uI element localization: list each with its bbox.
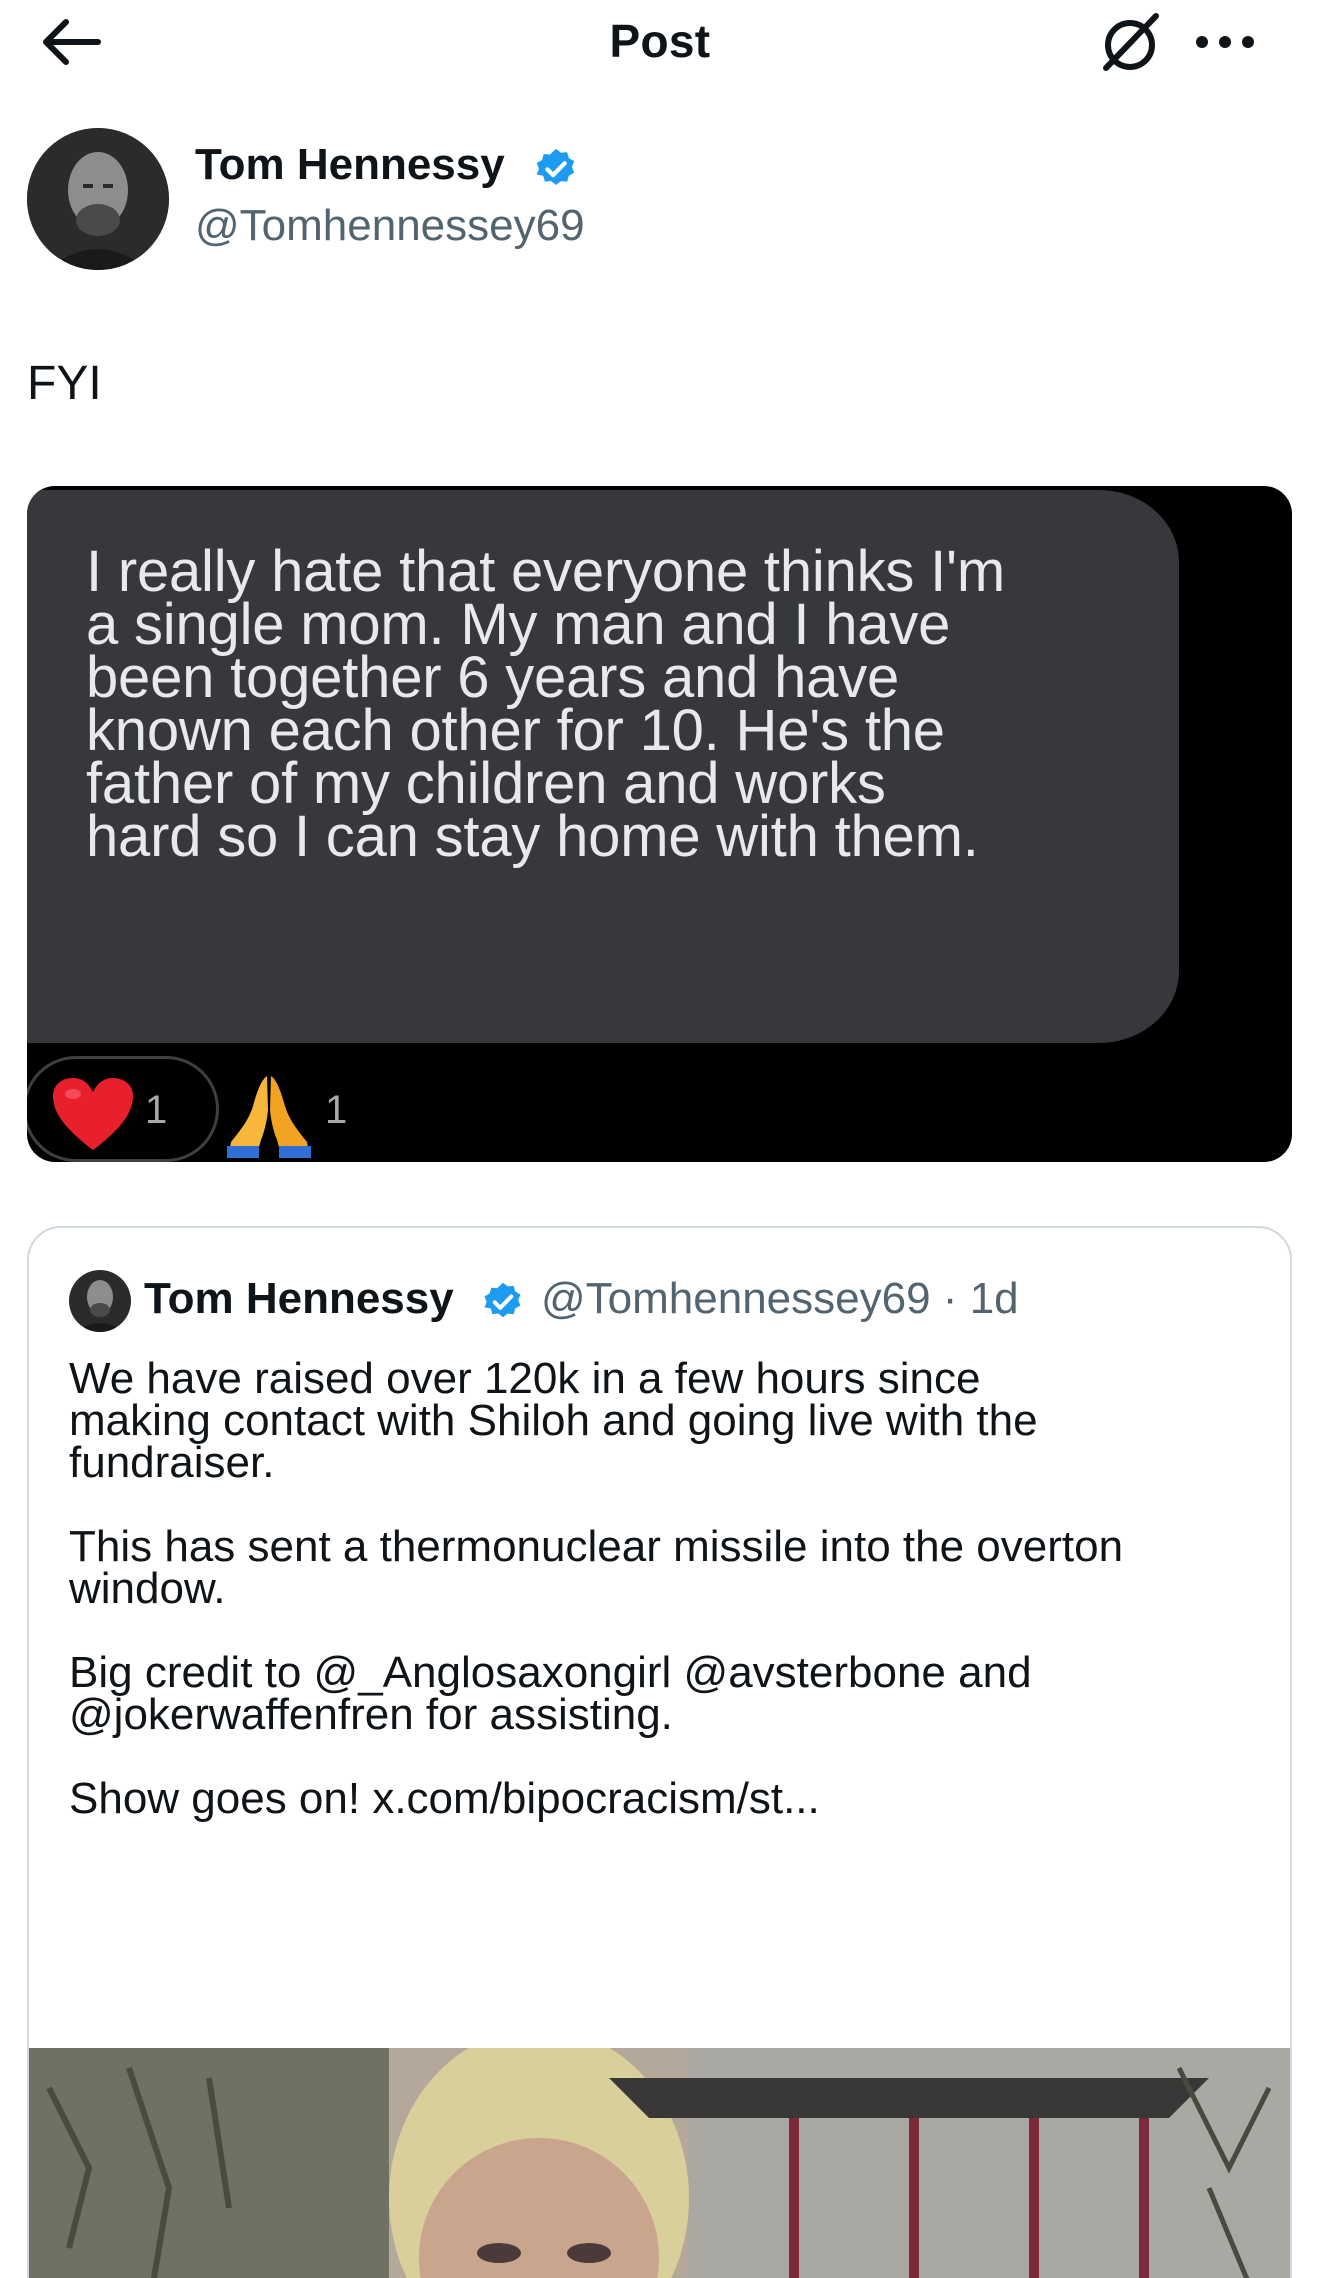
- quote-text-line: window.: [69, 1564, 226, 1613]
- quote-media-thumbnail[interactable]: [29, 2048, 1290, 2278]
- quote-meta: @Tomhennessey69 · 1d: [541, 1274, 1019, 1324]
- quote-author-name: Tom Hennessy: [144, 1274, 454, 1323]
- quoted-post[interactable]: Tom Hennessy @Tomhennessey69 · 1d We hav…: [27, 1226, 1292, 2278]
- verified-badge-icon: [481, 1280, 525, 1324]
- author-name[interactable]: Tom Hennessy: [195, 140, 505, 190]
- more-options-icon[interactable]: [1190, 14, 1260, 70]
- meta-separator: ·: [942, 1274, 958, 1323]
- quote-timestamp: 1d: [969, 1274, 1019, 1323]
- quote-text-line: fundraiser.: [69, 1438, 275, 1487]
- quote-text-line: This has sent a thermonuclear missile in…: [69, 1522, 1124, 1571]
- verified-badge-icon: [533, 146, 579, 192]
- reaction-count: 1: [145, 1088, 168, 1132]
- praying-hands-emoji-icon: [223, 1070, 315, 1162]
- quote-author-handle: @Tomhennessey69: [541, 1274, 931, 1323]
- heart-emoji-icon: [51, 1076, 135, 1154]
- message-bubble: I really hate that everyone thinks I'm a…: [27, 490, 1179, 1043]
- reaction-count: 1: [325, 1088, 348, 1132]
- post-image[interactable]: I really hate that everyone thinks I'm a…: [27, 486, 1292, 1162]
- quote-text-line: @jokerwaffenfren for assisting.: [69, 1690, 673, 1739]
- grok-icon[interactable]: [1094, 8, 1164, 78]
- post-text: FYI: [27, 357, 102, 410]
- message-line: hard so I can stay home with them.: [86, 804, 979, 869]
- quote-avatar[interactable]: [69, 1270, 131, 1332]
- quote-text-line: Show goes on! x.com/bipocracism/st...: [69, 1774, 820, 1823]
- avatar[interactable]: [27, 128, 169, 270]
- author-handle[interactable]: @Tomhennessey69: [195, 201, 585, 251]
- top-bar: Post: [0, 0, 1320, 84]
